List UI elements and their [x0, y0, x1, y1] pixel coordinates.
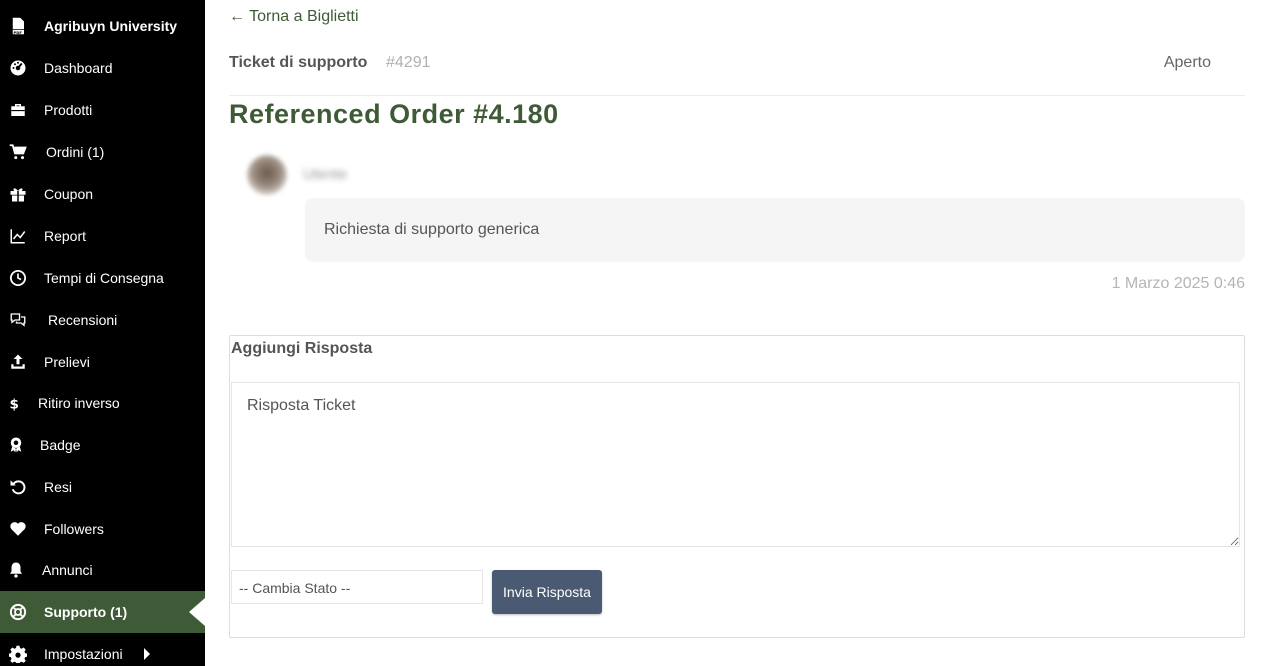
sidebar-item-ordini[interactable]: Ordini (1) [0, 131, 205, 173]
sidebar-item-tempi-di-consegna[interactable]: Tempi di Consegna [0, 257, 205, 299]
heart-icon [8, 519, 28, 539]
undo-icon [8, 477, 28, 497]
chat-bubbles-icon [8, 310, 28, 330]
sidebar-item-prodotti[interactable]: Prodotti [0, 89, 205, 131]
sidebar-item-dashboard[interactable]: Dashboard [0, 47, 205, 89]
bell-icon [6, 560, 26, 580]
sidebar-item-annunci[interactable]: Annunci [0, 549, 205, 591]
app-root: PDF Agribuyn University Dashboard Prodot… [0, 0, 1280, 666]
order-title: Referenced Order #4.180 [229, 99, 559, 129]
sidebar-item-supporto[interactable]: Supporto (1) [0, 591, 205, 633]
dollar-icon: $ [4, 393, 24, 413]
caret-right-icon [144, 648, 150, 660]
ticket-label: Ticket di supporto [229, 54, 368, 71]
sidebar-item-label: Coupon [44, 186, 94, 202]
sidebar-item-report[interactable]: Report [0, 215, 205, 257]
clock-icon [8, 268, 28, 288]
sidebar: PDF Agribuyn University Dashboard Prodot… [0, 0, 205, 666]
sidebar-item-label: Supporto (1) [44, 604, 128, 620]
sidebar-item-label: Resi [44, 479, 73, 495]
svg-text:PDF: PDF [14, 31, 23, 35]
upload-icon [8, 352, 28, 372]
sidebar-item-label: Agribuyn University [44, 18, 178, 34]
sidebar-item-label: Badge [40, 437, 81, 453]
send-reply-button[interactable]: Invia Risposta [492, 570, 602, 614]
sidebar-item-label: Prelievi [44, 354, 90, 370]
ticket-number: #4291 [386, 54, 431, 71]
ticket-status: Aperto [1163, 54, 1211, 71]
main-content: ← Torna a Biglietti Ticket di supporto #… [229, 0, 1245, 666]
gear-icon [8, 644, 28, 664]
avatar [247, 155, 287, 195]
sidebar-item-label: Dashboard [44, 60, 113, 76]
sidebar-item-label: Tempi di Consegna [44, 270, 164, 286]
sidebar-item-label: Prodotti [44, 102, 93, 118]
reply-textarea[interactable]: Risposta Ticket [231, 382, 1240, 547]
sidebar-item-resi[interactable]: Resi [0, 466, 205, 508]
lifebuoy-icon [8, 602, 28, 622]
ticket-header: Ticket di supporto #4291 Aperto [229, 44, 1245, 96]
speedometer-icon [8, 58, 28, 78]
message-bubble: Richiesta di supporto generica [305, 198, 1245, 262]
sidebar-item-label: Impostazioni [44, 646, 123, 662]
sidebar-item-impostazioni[interactable]: Impostazioni [0, 633, 205, 666]
sidebar-item-label: Report [44, 228, 87, 244]
sidebar-item-prelievi[interactable]: Prelievi [0, 341, 205, 383]
award-icon [6, 435, 26, 455]
svg-text:$: $ [10, 396, 19, 412]
reply-form: Aggiungi Risposta Risposta Ticket -- Cam… [229, 335, 1245, 638]
sidebar-item-agribuyn-university[interactable]: PDF Agribuyn University [0, 5, 205, 47]
sidebar-item-ritiro-inverso[interactable]: $ Ritiro inverso [0, 382, 205, 424]
sidebar-item-label: Ordini (1) [46, 144, 105, 160]
message-author: Utente [303, 166, 348, 183]
sidebar-item-coupon[interactable]: Coupon [0, 173, 205, 215]
gift-icon [8, 184, 28, 204]
cart-icon [8, 142, 28, 162]
briefcase-icon [8, 100, 28, 120]
sidebar-item-recensioni[interactable]: Recensioni [0, 299, 205, 341]
line-chart-icon [8, 226, 28, 246]
reply-title: Aggiungi Risposta [231, 340, 373, 357]
message-timestamp: 1 Marzo 2025 0:46 [1111, 275, 1245, 292]
sidebar-item-label: Annunci [42, 562, 93, 578]
sidebar-item-badge[interactable]: Badge [0, 424, 205, 466]
pdf-file-icon: PDF [8, 16, 28, 36]
sidebar-item-label: Recensioni [48, 312, 118, 328]
back-to-tickets-link[interactable]: ← Torna a Biglietti [229, 8, 359, 26]
status-select[interactable]: -- Cambia Stato -- [231, 570, 483, 604]
sidebar-item-followers[interactable]: Followers [0, 508, 205, 550]
sidebar-item-label: Ritiro inverso [38, 395, 120, 411]
sidebar-item-label: Followers [44, 521, 104, 537]
message-text: Richiesta di supporto generica [324, 221, 540, 238]
